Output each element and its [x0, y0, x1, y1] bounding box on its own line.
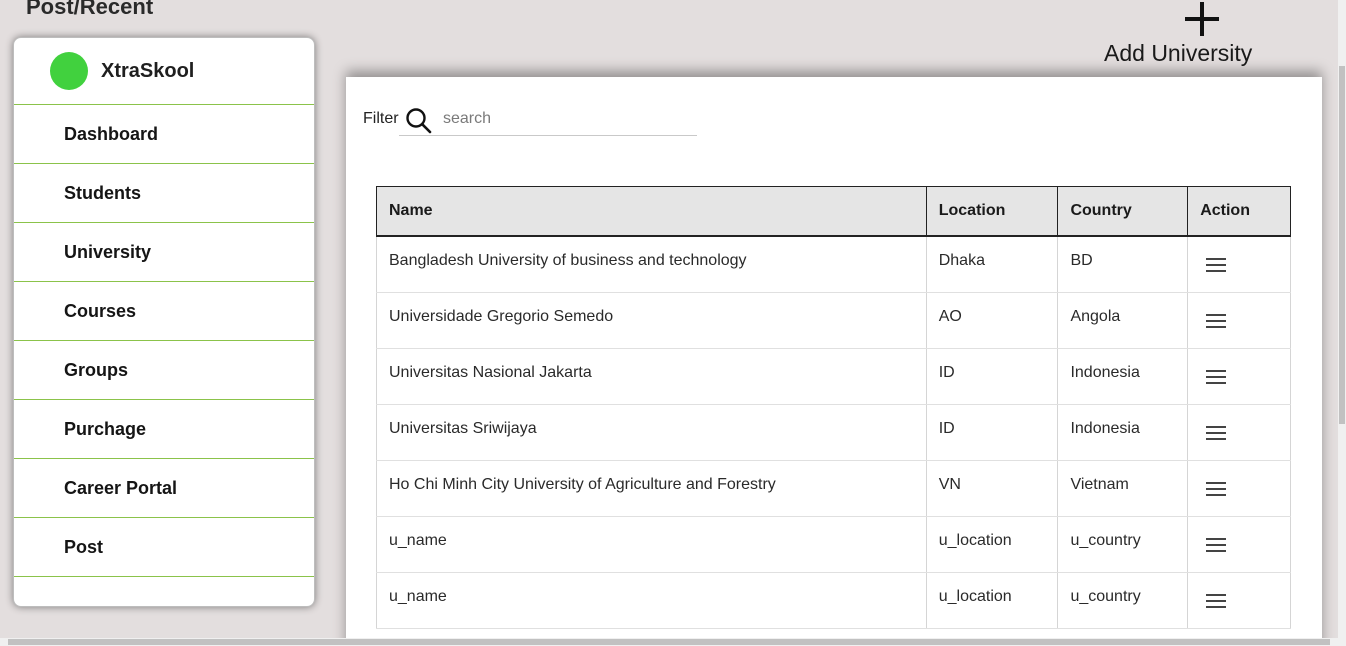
- vertical-scrollbar[interactable]: [1338, 0, 1346, 638]
- cell-name: Ho Chi Minh City University of Agricultu…: [376, 460, 927, 517]
- add-university-button[interactable]: Add University: [1100, 0, 1262, 70]
- cell-location: Dhaka: [925, 236, 1059, 293]
- cell-country: Vietnam: [1057, 460, 1189, 517]
- sidebar-item-label: Post: [64, 536, 104, 557]
- sidebar-item-label: Groups: [64, 359, 129, 380]
- column-header-action: Action: [1187, 186, 1291, 237]
- brand-name: XtraSkool: [101, 59, 195, 82]
- search-box[interactable]: [399, 103, 697, 136]
- page-title: Post/Recent: [26, 0, 154, 19]
- cell-action: [1187, 516, 1291, 573]
- cell-country: Angola: [1057, 292, 1189, 349]
- sidebar-item-dashboard[interactable]: Dashboard: [14, 105, 314, 164]
- cell-action: [1187, 236, 1291, 293]
- menu-icon[interactable]: [1206, 425, 1227, 441]
- sidebar: XtraSkool Dashboard Students University …: [13, 37, 315, 607]
- cell-name: u_name: [376, 572, 927, 629]
- cell-country: Indonesia: [1057, 404, 1189, 461]
- cell-name: Bangladesh University of business and te…: [376, 236, 927, 293]
- menu-icon[interactable]: [1206, 537, 1227, 553]
- cell-name: Universitas Sriwijaya: [376, 404, 927, 461]
- sidebar-item-courses[interactable]: Courses: [14, 282, 314, 341]
- sidebar-item-purchage[interactable]: Purchage: [14, 400, 314, 459]
- sidebar-item-label: Purchage: [64, 418, 147, 439]
- filter-label: Filter: [363, 110, 399, 127]
- cell-location: VN: [925, 460, 1059, 517]
- menu-icon[interactable]: [1206, 257, 1227, 273]
- sidebar-item-career-portal[interactable]: Career Portal: [14, 459, 314, 518]
- table-row: Bangladesh University of business and te…: [376, 236, 1291, 293]
- sidebar-item-label: Career Portal: [64, 477, 178, 498]
- search-icon[interactable]: [405, 107, 433, 135]
- sidebar-item-university[interactable]: University: [14, 223, 314, 282]
- cell-name: u_name: [376, 516, 927, 573]
- cell-country: BD: [1057, 236, 1189, 293]
- cell-action: [1187, 572, 1291, 629]
- horizontal-scrollbar[interactable]: [0, 638, 1346, 646]
- menu-icon[interactable]: [1206, 481, 1227, 497]
- page-root: Post/Recent XtraSkool Dashboard Students…: [0, 0, 1346, 646]
- menu-icon[interactable]: [1206, 593, 1227, 609]
- main-panel: Filter Name Location Country Action Bang…: [346, 77, 1322, 646]
- sidebar-item-label: University: [64, 241, 152, 262]
- cell-location: u_location: [925, 516, 1059, 573]
- table-row: u_name u_location u_country: [376, 572, 1291, 629]
- table-row: Universitas Sriwijaya ID Indonesia: [376, 404, 1291, 461]
- menu-icon[interactable]: [1206, 369, 1227, 385]
- search-input[interactable]: [441, 107, 685, 131]
- table-header-row: Name Location Country Action: [376, 186, 1291, 237]
- sidebar-item-label: Courses: [64, 300, 137, 321]
- table-row: Universitas Nasional Jakarta ID Indonesi…: [376, 348, 1291, 405]
- table-row: Universidade Gregorio Semedo AO Angola: [376, 292, 1291, 349]
- cell-location: ID: [925, 348, 1059, 405]
- cell-location: AO: [925, 292, 1059, 349]
- cell-name: Universitas Nasional Jakarta: [376, 348, 927, 405]
- sidebar-item-post[interactable]: Post: [14, 518, 314, 577]
- university-table: Name Location Country Action Bangladesh …: [376, 186, 1291, 629]
- column-header-location[interactable]: Location: [925, 186, 1059, 237]
- cell-action: [1187, 404, 1291, 461]
- sidebar-item-label: Dashboard: [64, 123, 159, 144]
- cell-action: [1187, 460, 1291, 517]
- plus-icon[interactable]: [1185, 2, 1219, 36]
- sidebar-item-groups[interactable]: Groups: [14, 341, 314, 400]
- add-university-label: Add University: [1104, 40, 1253, 66]
- sidebar-item-label: Students: [64, 182, 142, 203]
- cell-action: [1187, 348, 1291, 405]
- brand[interactable]: XtraSkool: [14, 38, 314, 105]
- cell-location: ID: [925, 404, 1059, 461]
- cell-country: Indonesia: [1057, 348, 1189, 405]
- table-row: u_name u_location u_country: [376, 516, 1291, 573]
- cell-location: u_location: [925, 572, 1059, 629]
- menu-icon[interactable]: [1206, 313, 1227, 329]
- sidebar-item-students[interactable]: Students: [14, 164, 314, 223]
- column-header-name[interactable]: Name: [376, 186, 927, 237]
- table-row: Ho Chi Minh City University of Agricultu…: [376, 460, 1291, 517]
- brand-logo: [50, 52, 88, 90]
- cell-name: Universidade Gregorio Semedo: [376, 292, 927, 349]
- cell-country: u_country: [1057, 572, 1189, 629]
- cell-country: u_country: [1057, 516, 1189, 573]
- vertical-scrollbar-thumb[interactable]: [1339, 66, 1345, 424]
- horizontal-scrollbar-thumb[interactable]: [8, 639, 1330, 645]
- cell-action: [1187, 292, 1291, 349]
- column-header-country[interactable]: Country: [1057, 186, 1189, 237]
